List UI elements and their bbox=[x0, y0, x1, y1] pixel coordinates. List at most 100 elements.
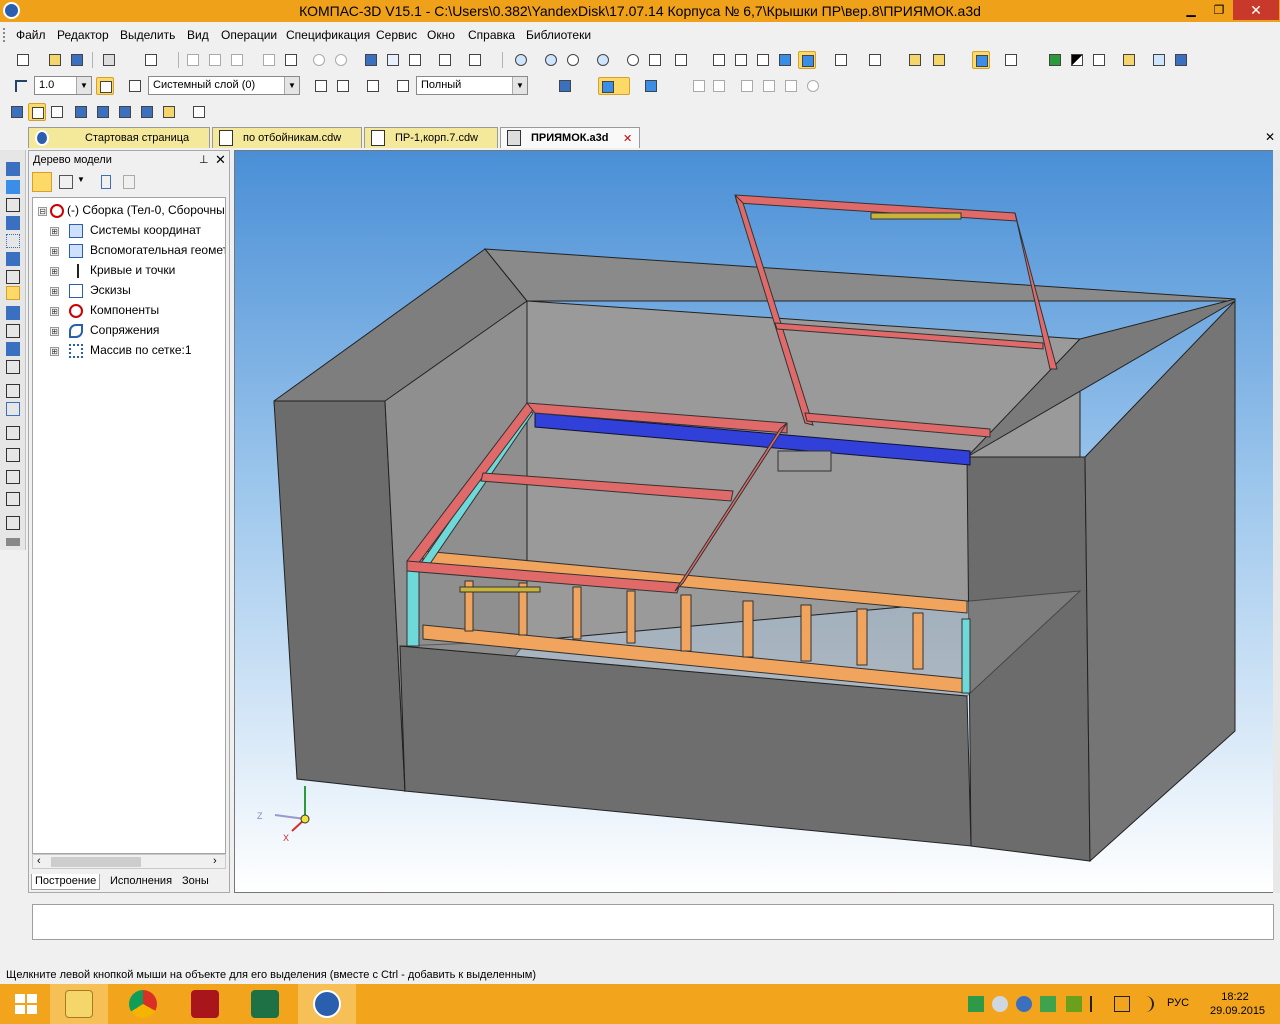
expand-icon[interactable]: ⊞ bbox=[50, 287, 59, 296]
shaded-button[interactable] bbox=[776, 51, 794, 69]
chevron-down-icon[interactable]: ▼ bbox=[512, 77, 527, 94]
antivirus-icon[interactable] bbox=[1040, 996, 1056, 1012]
tree-toggle-button[interactable] bbox=[972, 51, 990, 69]
tree-filter-button[interactable] bbox=[123, 175, 135, 189]
tab-close-icon[interactable]: ✕ bbox=[623, 132, 632, 145]
dimensions-button[interactable] bbox=[1090, 51, 1108, 69]
minimize-button[interactable]: ▁ bbox=[1177, 0, 1205, 20]
tree-view-mode-button[interactable] bbox=[59, 175, 73, 189]
refresh-button[interactable] bbox=[804, 77, 822, 95]
menu-operations[interactable]: Операции bbox=[221, 28, 277, 42]
display-icon[interactable] bbox=[394, 77, 412, 95]
collapse-icon[interactable]: ⊟ bbox=[38, 207, 47, 216]
layer-icon[interactable] bbox=[126, 77, 144, 95]
settings-button[interactable] bbox=[1150, 51, 1168, 69]
viewport-scrollbar[interactable] bbox=[1273, 150, 1280, 893]
help-pointer-button[interactable] bbox=[466, 51, 484, 69]
drag-button[interactable] bbox=[72, 103, 90, 121]
shaded-edges-button[interactable] bbox=[798, 51, 816, 69]
delete-button[interactable] bbox=[190, 103, 208, 121]
sheet-metal-icon[interactable] bbox=[6, 384, 20, 398]
zoom-window-button[interactable] bbox=[512, 51, 530, 69]
expand-icon[interactable]: ⊞ bbox=[50, 307, 59, 316]
menu-edit[interactable]: Редактор bbox=[57, 28, 109, 42]
menu-specification[interactable]: Спецификация bbox=[286, 28, 370, 42]
volume-icon[interactable] bbox=[1138, 996, 1154, 1012]
tab-pr1-korp7[interactable]: ПР-1,корп.7.cdw bbox=[364, 127, 498, 148]
tab-zones[interactable]: Зоны bbox=[179, 874, 212, 890]
scroll-right-icon[interactable]: › bbox=[213, 855, 217, 867]
pin-icon[interactable]: ⊥ bbox=[199, 153, 209, 166]
collision-button[interactable] bbox=[160, 103, 178, 121]
google-drive-icon[interactable] bbox=[968, 996, 984, 1012]
filter-button[interactable] bbox=[832, 51, 850, 69]
help-button[interactable] bbox=[1172, 51, 1190, 69]
tab-start-page[interactable]: Стартовая страница bbox=[28, 127, 210, 148]
report-panel-icon[interactable] bbox=[6, 342, 20, 356]
edit-in-place-button[interactable] bbox=[8, 103, 26, 121]
patterns-icon[interactable] bbox=[6, 234, 20, 248]
expand-icon[interactable]: ⊞ bbox=[50, 247, 59, 256]
properties-button[interactable] bbox=[282, 51, 300, 69]
taskbar-kompas[interactable] bbox=[298, 984, 356, 1024]
copy-button[interactable] bbox=[206, 51, 224, 69]
contrast-button[interactable] bbox=[1068, 51, 1086, 69]
print-button[interactable] bbox=[100, 51, 118, 69]
new-document-button[interactable] bbox=[14, 51, 32, 69]
redo-button[interactable] bbox=[332, 51, 350, 69]
expand-icon[interactable]: ⊞ bbox=[50, 227, 59, 236]
steel-icon[interactable] bbox=[6, 470, 20, 484]
paste-button[interactable] bbox=[228, 51, 246, 69]
tree-horizontal-scrollbar[interactable]: ‹ › bbox=[32, 854, 226, 869]
layer-combo[interactable]: Системный слой (0) ▼ bbox=[148, 76, 300, 95]
measure-button[interactable] bbox=[436, 51, 454, 69]
tree-structure-button[interactable] bbox=[32, 172, 52, 192]
edit-assembly-icon[interactable] bbox=[6, 162, 20, 176]
pan-button[interactable] bbox=[646, 51, 664, 69]
tabs-close-all-icon[interactable]: ✕ bbox=[1265, 130, 1275, 144]
local-cs-button[interactable] bbox=[312, 77, 330, 95]
rotate-component-button[interactable] bbox=[116, 103, 134, 121]
snap-button[interactable] bbox=[866, 51, 884, 69]
menu-grip[interactable] bbox=[3, 28, 7, 42]
section-button[interactable] bbox=[556, 77, 574, 95]
table-button[interactable] bbox=[1046, 51, 1064, 69]
surfaces-icon[interactable] bbox=[6, 216, 20, 230]
yandex-disk-icon[interactable] bbox=[1016, 996, 1032, 1012]
pit-assembly-model[interactable]: Z X bbox=[235, 151, 1274, 893]
variables-button[interactable] bbox=[384, 51, 402, 69]
zoom-out-button[interactable] bbox=[564, 51, 582, 69]
battery-icon[interactable] bbox=[1114, 996, 1130, 1012]
sheet-button[interactable] bbox=[642, 77, 660, 95]
tab-construction[interactable]: Построение bbox=[31, 874, 101, 890]
mates-panel-icon[interactable] bbox=[6, 270, 20, 284]
weld-icon[interactable] bbox=[6, 426, 20, 440]
sketch-panel-icon[interactable] bbox=[6, 402, 20, 416]
panel-close-icon[interactable]: ✕ bbox=[215, 152, 226, 168]
camera-button[interactable] bbox=[738, 77, 756, 95]
model-viewport[interactable]: Z X bbox=[234, 150, 1274, 893]
save-button[interactable] bbox=[68, 51, 86, 69]
display-mode-combo[interactable]: Полный ▼ bbox=[416, 76, 528, 95]
scroll-left-icon[interactable]: ‹ bbox=[37, 855, 41, 867]
texture-button[interactable] bbox=[710, 77, 728, 95]
detail-button[interactable] bbox=[48, 103, 66, 121]
tree-props-button[interactable] bbox=[101, 175, 111, 189]
insert-component-button[interactable] bbox=[930, 51, 948, 69]
zoom-in-button[interactable] bbox=[542, 51, 560, 69]
wireframe-button[interactable] bbox=[710, 51, 728, 69]
pipeline-icon[interactable] bbox=[6, 448, 20, 462]
menu-help[interactable]: Справка bbox=[468, 28, 515, 42]
select-component-button[interactable] bbox=[906, 51, 924, 69]
grid-button[interactable] bbox=[334, 77, 352, 95]
menu-select[interactable]: Выделить bbox=[120, 28, 175, 42]
fix-button[interactable] bbox=[138, 103, 156, 121]
filter-panel-icon[interactable] bbox=[6, 306, 20, 320]
flag-icon[interactable] bbox=[1090, 996, 1106, 1012]
measure-mass-button[interactable] bbox=[782, 77, 800, 95]
animation-button[interactable] bbox=[760, 77, 778, 95]
ortho-button[interactable] bbox=[96, 77, 114, 95]
manager-button[interactable] bbox=[362, 51, 380, 69]
orientation-button[interactable] bbox=[672, 51, 690, 69]
light-button[interactable] bbox=[690, 77, 708, 95]
